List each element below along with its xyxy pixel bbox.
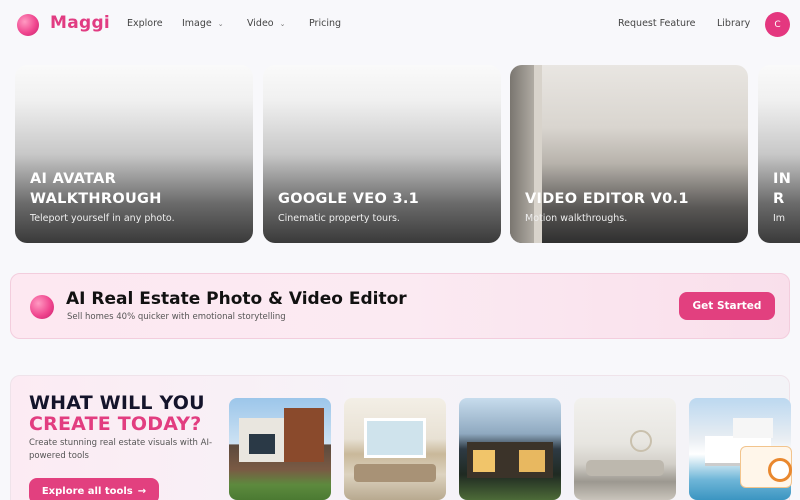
card-title: VIDEO EDITOR V0.1 [525,191,689,207]
nav-image[interactable]: Image ⌄ [182,18,224,29]
card-partial[interactable]: IN R Im [758,65,800,243]
search-icon[interactable] [768,458,792,482]
card-title: IN R [773,169,791,209]
card-title-line1: AI AVATAR [30,171,117,187]
card-video-editor[interactable]: VIDEO EDITOR V0.1 Motion walkthroughs. [510,65,748,243]
card-subtitle: Motion walkthroughs. [525,213,628,224]
nav-pricing[interactable]: Pricing [309,18,341,29]
create-heading-line2: CREATE TODAY? [29,413,202,435]
chevron-down-icon: ⌄ [279,19,286,28]
chevron-down-icon: ⌄ [217,19,224,28]
thumbnail-lounge[interactable] [574,398,676,500]
card-ai-avatar[interactable]: AI AVATAR WALKTHROUGH Teleport yourself … [15,65,253,243]
card-subtitle: Teleport yourself in any photo. [30,213,175,224]
card-title-line2: R [773,191,785,207]
nav-explore-label: Explore [127,18,163,29]
thumbnail-night-house[interactable] [459,398,561,500]
explore-button-label: Explore all tools [41,485,133,497]
card-subtitle: Cinematic property tours. [278,213,400,224]
nav-request-feature[interactable]: Request Feature [618,18,696,29]
nav-request-feature-label: Request Feature [618,18,696,29]
brand-name[interactable]: Maggi [50,13,110,33]
banner-title: AI Real Estate Photo & Video Editor [66,289,407,309]
thumbnail-living-room[interactable] [344,398,446,500]
card-title: GOOGLE VEO 3.1 [278,191,420,207]
nav-video[interactable]: Video ⌄ [247,18,286,29]
nav-explore[interactable]: Explore [127,18,163,29]
nav-library-label: Library [717,18,751,29]
nav-pricing-label: Pricing [309,18,342,29]
banner-subtitle: Sell homes 40% quicker with emotional st… [67,312,286,322]
nav-video-label: Video [247,18,274,29]
card-title-line1: IN [773,171,792,187]
nav-library[interactable]: Library [717,18,750,29]
explore-all-tools-button[interactable]: Explore all tools → [29,478,159,500]
top-nav: Maggi Explore Image ⌄ Video ⌄ Pricing Re… [0,0,800,50]
logo-icon[interactable] [17,14,39,36]
get-started-button[interactable]: Get Started [679,292,775,320]
logo-icon [30,295,54,319]
create-heading-line1: WHAT WILL YOU [29,392,205,414]
card-google-veo[interactable]: GOOGLE VEO 3.1 Cinematic property tours. [263,65,501,243]
thumbnail-modern-house[interactable] [229,398,331,500]
card-subtitle: Im [773,213,786,224]
nav-image-label: Image [182,18,212,29]
arrow-right-icon: → [137,485,147,497]
user-avatar[interactable]: C [765,12,790,37]
create-description: Create stunning real estate visuals with… [29,438,213,461]
card-title-line2: WALKTHROUGH [30,191,162,207]
card-title: AI AVATAR WALKTHROUGH [30,169,162,209]
promo-banner: AI Real Estate Photo & Video Editor Sell… [10,273,790,339]
